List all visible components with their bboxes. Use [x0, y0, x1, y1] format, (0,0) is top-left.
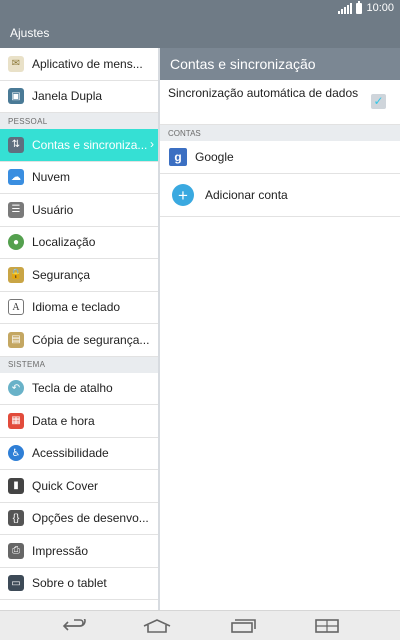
messaging-app-icon: ✉ — [8, 55, 24, 72]
settings-item-messaging-app[interactable]: ✉ Aplicativo de mens... — [0, 48, 158, 81]
backup-icon: ▤ — [8, 331, 24, 348]
shortcut-key-icon: ↶ — [8, 380, 24, 397]
menu-icon — [315, 619, 339, 633]
settings-item-backup[interactable]: ▤ Cópia de segurança... — [0, 324, 158, 357]
settings-item-label: Impressão — [32, 543, 89, 558]
accounts-section-header: CONTAS — [160, 125, 400, 141]
settings-item-label: Opções de desenvo... — [32, 511, 149, 526]
settings-list[interactable]: ✉ Aplicativo de mens... ▣ Janela Dupla P… — [0, 48, 158, 610]
app-title: Ajustes — [10, 26, 50, 40]
signal-icon — [338, 2, 353, 14]
settings-item-label: Quick Cover — [32, 478, 99, 493]
dual-window-icon: ▣ — [8, 88, 24, 105]
home-button[interactable] — [142, 616, 172, 636]
back-button[interactable] — [60, 616, 90, 636]
account-google[interactable]: g Google — [160, 141, 400, 174]
status-bar: 10:00 — [0, 0, 400, 18]
check-icon: ✓ — [373, 94, 384, 108]
settings-item-cloud[interactable]: ☁ Nuvem — [0, 161, 158, 194]
lock-icon: 🔒 — [8, 266, 24, 283]
settings-item-dual-window[interactable]: ▣ Janela Dupla — [0, 80, 158, 113]
cloud-icon: ☁ — [8, 169, 24, 186]
settings-item-user[interactable]: ☰ Usuário — [0, 194, 158, 227]
home-icon — [143, 619, 171, 633]
plus-icon: + — [172, 184, 194, 206]
settings-item-about-tablet[interactable]: ▭ Sobre o tablet — [0, 567, 158, 600]
settings-item-developer-options[interactable]: {} Opções de desenvo... — [0, 502, 158, 535]
settings-item-label: Janela Dupla — [32, 89, 103, 104]
auto-sync-label: Sincronização automática de dados — [168, 86, 359, 100]
accessibility-icon: ♿ — [8, 445, 24, 462]
settings-item-label: Contas e sincroniza... — [32, 137, 148, 152]
settings-item-printing[interactable]: ⎙ Impressão — [0, 535, 158, 568]
tablet-icon: ▭ — [8, 575, 24, 592]
settings-item-accounts-sync[interactable]: ⇅ Contas e sincroniza... › — [0, 129, 158, 162]
recent-apps-button[interactable] — [228, 616, 258, 636]
account-google-label: Google — [195, 150, 234, 164]
settings-item-location[interactable]: ● Localização — [0, 226, 158, 259]
settings-item-label: Acessibilidade — [32, 446, 109, 461]
navigation-bar — [0, 610, 400, 640]
settings-item-label: Nuvem — [32, 170, 71, 185]
detail-pane: Contas e sincronização Sincronização aut… — [160, 48, 400, 610]
accounts-sync-icon: ⇅ — [8, 136, 24, 153]
quick-cover-icon: ▮ — [8, 477, 24, 494]
user-icon: ☰ — [8, 201, 24, 218]
settings-item-accessibility[interactable]: ♿ Acessibilidade — [0, 437, 158, 470]
calendar-icon: ▦ — [8, 412, 24, 429]
settings-item-date-time[interactable]: ▦ Data e hora — [0, 405, 158, 438]
settings-item-language[interactable]: A Idioma e teclado — [0, 291, 158, 324]
language-icon: A — [8, 299, 24, 316]
location-icon: ● — [8, 234, 24, 251]
settings-item-label: Aplicativo de mens... — [32, 56, 143, 71]
section-header-sistema: SISTEMA — [0, 356, 158, 373]
settings-item-label: Usuário — [32, 202, 74, 217]
google-icon: g — [169, 148, 187, 166]
settings-item-label: Cópia de segurança... — [32, 332, 150, 347]
settings-item-security[interactable]: 🔒 Segurança — [0, 259, 158, 292]
detail-title: Contas e sincronização — [160, 48, 400, 80]
clock: 10:00 — [366, 2, 394, 14]
add-account-button[interactable]: + Adicionar conta — [160, 174, 400, 217]
settings-item-label: Data e hora — [32, 413, 95, 428]
settings-item-label: Localização — [32, 235, 96, 250]
settings-item-label: Sobre o tablet — [32, 576, 107, 591]
auto-sync-row[interactable]: Sincronização automática de dados ✓ — [160, 80, 400, 125]
settings-item-quick-cover[interactable]: ▮ Quick Cover — [0, 470, 158, 503]
printer-icon: ⎙ — [8, 542, 24, 559]
settings-item-shortcut-key[interactable]: ↶ Tecla de atalho — [0, 372, 158, 405]
add-account-label: Adicionar conta — [205, 188, 288, 202]
status-icons: 10:00 — [338, 0, 394, 14]
recent-apps-icon — [231, 619, 256, 633]
developer-options-icon: {} — [8, 510, 24, 527]
settings-item-label: Idioma e teclado — [32, 300, 121, 315]
section-header-pessoal: PESSOAL — [0, 113, 158, 129]
battery-icon — [356, 0, 363, 14]
app-bar: Ajustes — [0, 18, 400, 48]
chevron-right-icon: › — [150, 137, 154, 151]
settings-item-label: Tecla de atalho — [32, 381, 113, 396]
menu-button[interactable] — [312, 616, 342, 636]
auto-sync-checkbox[interactable]: ✓ — [371, 94, 386, 109]
back-icon — [62, 619, 86, 631]
settings-item-label: Segurança — [32, 267, 91, 282]
